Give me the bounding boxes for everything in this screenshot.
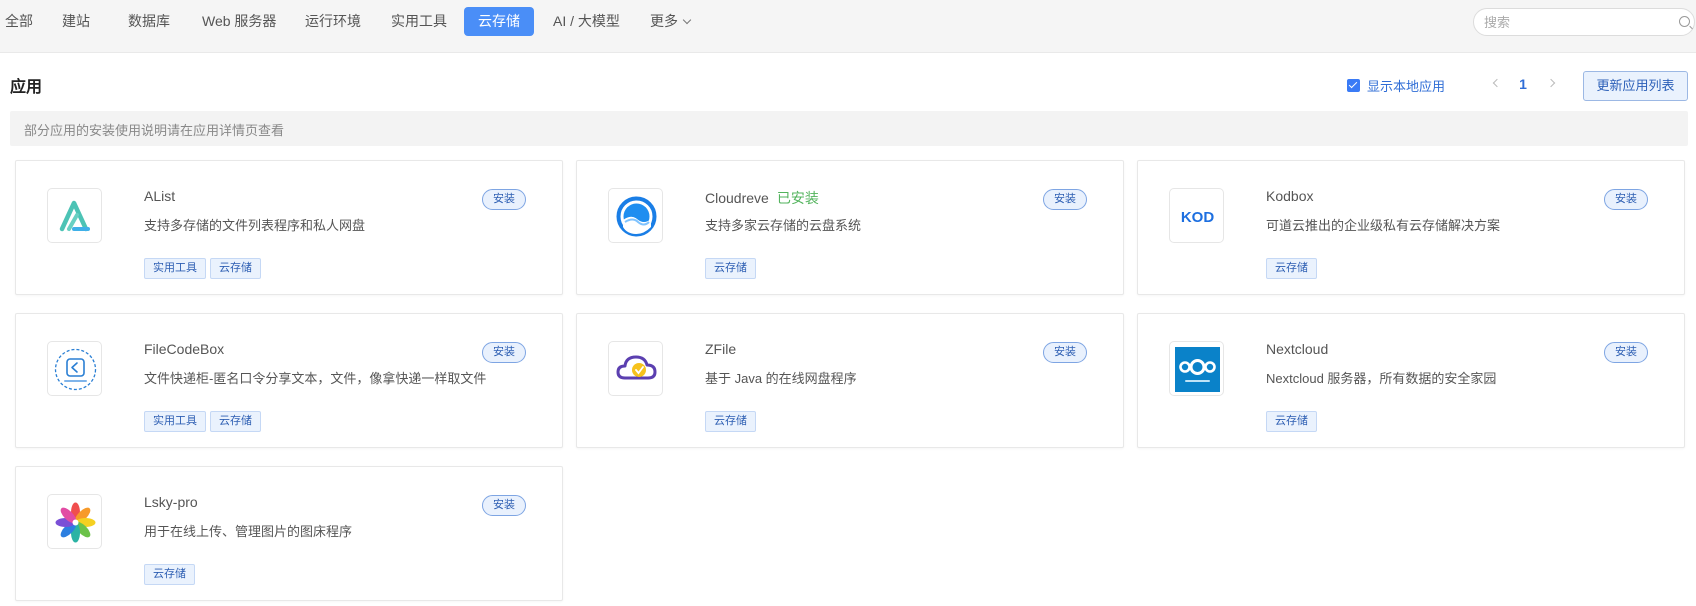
app-tags: 云存储 [705, 258, 756, 279]
nav-tab-website[interactable]: 建站 [62, 7, 90, 36]
app-description: 用于在线上传、管理图片的图床程序 [144, 524, 353, 539]
app-name-text[interactable]: Cloudreve [705, 190, 769, 206]
app-name[interactable]: Lsky-pro [144, 494, 198, 510]
app-description: 可道云推出的企业级私有云存储解决方案 [1266, 218, 1501, 233]
nav-tab-ai[interactable]: AI / 大模型 [553, 7, 620, 36]
nav-tab-cloud-storage[interactable]: 云存储 [464, 7, 534, 36]
app-tag: 云存储 [144, 564, 195, 585]
notice-text: 部分应用的安装使用说明请在应用详情页查看 [24, 123, 285, 138]
zfile-logo-icon [608, 341, 663, 396]
search-box[interactable] [1473, 8, 1695, 36]
kodbox-logo-text: KOD [1181, 209, 1215, 226]
app-name-text[interactable]: AList [144, 188, 175, 204]
app-tag: 实用工具 [144, 258, 206, 279]
app-tag: 云存储 [210, 411, 261, 432]
notice-banner: 部分应用的安装使用说明请在应用详情页查看 [10, 111, 1688, 146]
app-card-nextcloud[interactable]: Nextcloud Nextcloud 服务器，所有数据的安全家园 安装 云存储 [1137, 313, 1685, 448]
app-tag: 实用工具 [144, 411, 206, 432]
app-name[interactable]: ZFile [705, 341, 736, 357]
install-button[interactable]: 安装 [1604, 189, 1648, 210]
app-description: 文件快递柜-匿名口令分享文本，文件，像拿快递一样取文件 [144, 371, 487, 386]
category-nav-bar: 全部 建站 数据库 Web 服务器 运行环境 实用工具 云存储 AI / 大模型… [0, 0, 1696, 53]
app-card-filecodebox[interactable]: FileCodeBox 文件快递柜-匿名口令分享文本，文件，像拿快递一样取文件 … [15, 313, 563, 448]
refresh-app-list-button[interactable]: 更新应用列表 [1583, 71, 1688, 101]
app-tags: 云存储 [705, 411, 756, 432]
app-tag: 云存储 [1266, 411, 1317, 432]
pagination-prev-icon[interactable] [1492, 78, 1502, 88]
app-card-cloudreve[interactable]: Cloudreve 已安装 支持多家云存储的云盘系统 安装 云存储 [576, 160, 1124, 295]
app-description: Nextcloud 服务器，所有数据的安全家园 [1266, 371, 1497, 386]
app-description: 基于 Java 的在线网盘程序 [705, 371, 857, 386]
nextcloud-logo-icon [1169, 341, 1224, 396]
show-local-apps-checkbox[interactable] [1347, 79, 1360, 92]
install-button[interactable]: 安装 [1604, 342, 1648, 363]
cloudreve-logo-icon [608, 188, 663, 243]
nav-tab-database[interactable]: 数据库 [128, 7, 170, 36]
app-name-text[interactable]: Kodbox [1266, 188, 1313, 204]
chevron-down-icon [682, 15, 692, 25]
pagination-current-page[interactable]: 1 [1516, 76, 1530, 92]
app-tags: 云存储 [1266, 411, 1317, 432]
nav-more-label: 更多 [650, 13, 678, 29]
app-card-zfile[interactable]: ZFile 基于 Java 的在线网盘程序 安装 云存储 [576, 313, 1124, 448]
installed-status-badge: 已安装 [776, 190, 819, 206]
app-description: 支持多存储的文件列表程序和私人网盘 [144, 218, 366, 233]
app-tag: 云存储 [1266, 258, 1317, 279]
install-button[interactable]: 安装 [1043, 342, 1087, 363]
app-name-text[interactable]: ZFile [705, 341, 736, 357]
nav-tab-runtime[interactable]: 运行环境 [305, 7, 361, 36]
nav-tab-all[interactable]: 全部 [5, 7, 33, 36]
nav-tab-tools[interactable]: 实用工具 [391, 7, 447, 36]
nav-tab-more[interactable]: 更多 [650, 7, 692, 36]
app-tag: 云存储 [705, 411, 756, 432]
app-name[interactable]: AList [144, 188, 175, 204]
show-local-apps-label[interactable]: 显示本地应用 [1367, 76, 1445, 95]
nav-tab-web-server[interactable]: Web 服务器 [202, 7, 276, 36]
search-input[interactable] [1484, 13, 1659, 32]
app-card-lsky-pro[interactable]: Lsky-pro 用于在线上传、管理图片的图床程序 安装 云存储 [15, 466, 563, 601]
app-name[interactable]: FileCodeBox [144, 341, 224, 357]
app-description: 支持多家云存储的云盘系统 [705, 218, 862, 233]
install-button[interactable]: 安装 [482, 189, 526, 210]
install-button[interactable]: 安装 [1043, 189, 1087, 210]
app-tags: 实用工具 云存储 [144, 258, 261, 279]
app-tag: 云存储 [705, 258, 756, 279]
app-tag: 云存储 [210, 258, 261, 279]
app-card-alist[interactable]: AList 支持多存储的文件列表程序和私人网盘 安装 实用工具 云存储 [15, 160, 563, 295]
alist-logo-icon [47, 188, 102, 243]
filecodebox-logo-icon [47, 341, 102, 396]
app-tags: 实用工具 云存储 [144, 411, 261, 432]
app-name[interactable]: Nextcloud [1266, 341, 1328, 357]
app-tags: 云存储 [1266, 258, 1317, 279]
install-button[interactable]: 安装 [482, 342, 526, 363]
app-name-text[interactable]: Nextcloud [1266, 341, 1328, 357]
install-button[interactable]: 安装 [482, 495, 526, 516]
search-icon[interactable] [1679, 16, 1690, 27]
kodbox-logo-icon: KOD [1169, 188, 1224, 243]
app-tags: 云存储 [144, 564, 195, 585]
lsky-pro-logo-icon [47, 494, 102, 549]
app-name-text[interactable]: Lsky-pro [144, 494, 198, 510]
app-name-text[interactable]: FileCodeBox [144, 341, 224, 357]
app-card-kodbox[interactable]: KOD Kodbox 可道云推出的企业级私有云存储解决方案 安装 云存储 [1137, 160, 1685, 295]
pagination-next-icon[interactable] [1546, 78, 1556, 88]
app-name[interactable]: Kodbox [1266, 188, 1313, 204]
section-title: 应用 [10, 79, 43, 96]
app-name[interactable]: Cloudreve 已安装 [705, 188, 819, 208]
